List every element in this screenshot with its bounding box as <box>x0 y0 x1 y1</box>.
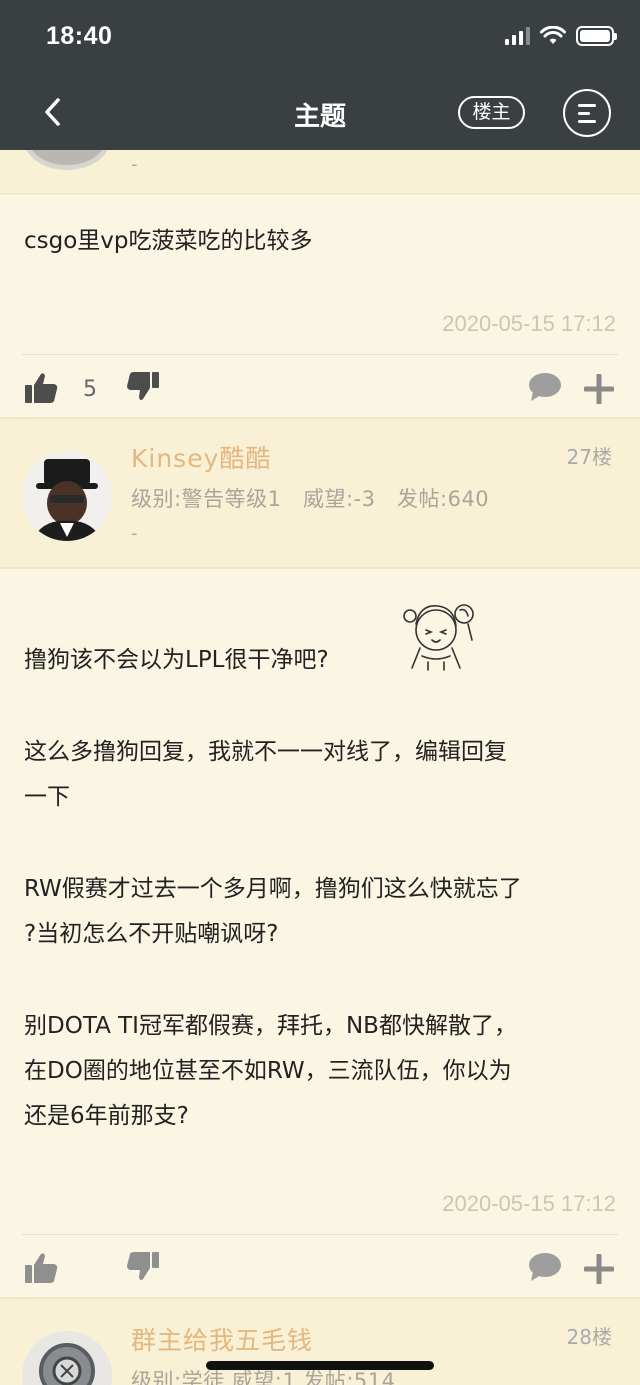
post-header: 群主给我五毛钱 28楼 级别:学徒 威望:1 发帖:514 <box>0 1299 640 1385</box>
plus-icon[interactable] <box>584 374 614 404</box>
post-timestamp: 2020-05-15 17:12 <box>442 311 616 336</box>
op-only-button[interactable]: 楼主 <box>458 96 525 129</box>
thumbs-up-icon[interactable] <box>24 1252 58 1284</box>
post-line: 还是6年前那支? <box>24 1103 189 1129</box>
thumbs-up-icon[interactable] <box>24 372 58 404</box>
cellular-signal-icon <box>505 27 530 45</box>
wifi-icon <box>540 26 566 44</box>
battery-icon <box>576 26 617 46</box>
post-header: Kinsey酷酷 27楼 级别:警告等级1 威望:-3 发帖:640 - <box>0 419 640 567</box>
thumbs-down-icon[interactable] <box>127 1252 159 1282</box>
floor-number: 28楼 <box>566 1325 612 1349</box>
floor-number: 27楼 <box>566 445 612 469</box>
comment-icon[interactable] <box>528 372 562 402</box>
post-line: 一下 <box>24 784 70 810</box>
avatar[interactable] <box>22 1331 112 1385</box>
thumbs-down-icon[interactable] <box>127 372 159 402</box>
top-bar: 18:40 主题 楼主 <box>0 0 640 150</box>
plus-icon[interactable] <box>584 1254 614 1284</box>
sticker-emoji-icon <box>403 604 474 671</box>
post-line: 在DO圈的地位甚至不如RW，三流队伍，你以为 <box>24 1058 512 1084</box>
avatar-image <box>22 451 112 541</box>
status-icons <box>505 26 617 46</box>
avatar-image <box>22 1331 112 1385</box>
page-title: 主题 <box>293 102 346 132</box>
post-line: RW假赛才过去一个多月啊，撸狗们这么快就忘了 <box>24 876 522 902</box>
prev-post-header: - <box>0 110 640 194</box>
menu-button[interactable] <box>563 89 611 137</box>
user-meta: 级别:警告等级1 威望:-3 发帖:640 <box>131 483 489 513</box>
avatar[interactable] <box>22 451 112 541</box>
username[interactable]: 群主给我五毛钱 <box>131 1321 313 1357</box>
post-line: 撸狗该不会以为LPL很干净吧? <box>24 647 329 673</box>
user-meta-dash: - <box>131 154 138 175</box>
user-post-count: 发帖:640 <box>397 487 490 511</box>
comment-icon[interactable] <box>528 1252 562 1282</box>
post-text: csgo里vp吃菠菜吃的比较多 <box>24 228 313 254</box>
status-time: 18:40 <box>46 22 113 50</box>
user-prestige: 威望:-3 <box>302 487 376 511</box>
post-line: 这么多撸狗回复，我就不一一对线了，编辑回复 <box>24 739 507 765</box>
like-count: 5 <box>83 377 97 402</box>
post-timestamp: 2020-05-15 17:12 <box>442 1191 616 1216</box>
user-meta-dash: - <box>131 523 138 544</box>
home-indicator[interactable] <box>206 1361 434 1370</box>
username[interactable]: Kinsey酷酷 <box>131 439 271 475</box>
post-line: 别DOTA TI冠军都假赛，拜托，NB都快解散了， <box>24 1013 517 1039</box>
user-level: 级别:警告等级1 <box>131 487 282 511</box>
post-line: ?当初怎么不开贴嘲讽呀? <box>24 921 279 947</box>
